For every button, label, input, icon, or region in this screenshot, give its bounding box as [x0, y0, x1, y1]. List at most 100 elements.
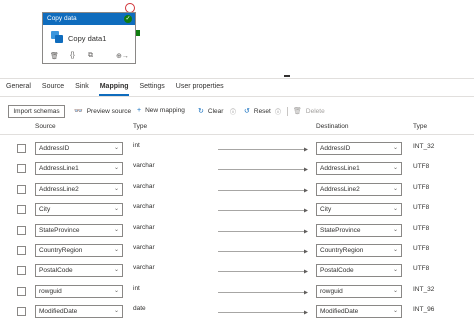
destination-column-value: AddressLine2: [320, 185, 360, 193]
chevron-down-icon: ⌄: [113, 185, 119, 192]
destination-column-select[interactable]: AddressID ⌄: [316, 142, 402, 155]
source-column-select[interactable]: AddressID ⌄: [35, 142, 123, 155]
source-column-select[interactable]: StateProvince ⌄: [35, 223, 123, 237]
source-column-select[interactable]: rowguid ⌄: [35, 284, 123, 298]
destination-type: UTF8: [413, 245, 430, 252]
source-type: varchar: [133, 182, 155, 190]
tab-mapping[interactable]: Mapping: [94, 80, 134, 96]
reset-label: Reset: [253, 107, 271, 115]
destination-column-value: rowguid: [320, 287, 343, 295]
row-checkbox[interactable]: [17, 164, 26, 174]
destination-type: INT_96: [413, 306, 435, 314]
destination-type: UTF8: [413, 265, 430, 273]
row-checkbox[interactable]: [17, 246, 26, 255]
activity-type-label: Copy data: [47, 15, 77, 22]
copy-data-activity[interactable]: Copy data ✓ Copy data1 🗑 {} ⧉ ⊕→: [42, 12, 136, 64]
chevron-down-icon: ⌄: [113, 267, 119, 274]
delete-icon[interactable]: 🗑: [50, 52, 59, 60]
clear-icon: ↻: [198, 108, 204, 115]
source-type: varchar: [133, 244, 155, 251]
source-column-value: AddressLine2: [39, 185, 79, 193]
destination-column-select[interactable]: ModifiedDate ⌄: [316, 305, 402, 319]
source-column-select[interactable]: AddressLine2 ⌄: [35, 182, 123, 196]
row-checkbox[interactable]: [17, 205, 26, 215]
mapping-arrow-icon: [218, 249, 308, 254]
destination-column-select[interactable]: City ⌄: [316, 203, 402, 217]
source-type: int: [133, 284, 140, 292]
reset-info-icon[interactable]: ⓘ: [275, 107, 281, 116]
delete-button[interactable]: 🗑 Delete: [293, 107, 325, 116]
delete-label: Delete: [305, 107, 325, 115]
success-output-handle[interactable]: [136, 30, 140, 36]
clone-icon[interactable]: ⧉: [86, 52, 95, 60]
source-type: varchar: [133, 264, 155, 272]
tab-general[interactable]: General: [0, 80, 36, 96]
destination-column-value: City: [320, 206, 332, 214]
chevron-down-icon: ⌄: [113, 308, 119, 315]
destination-column-select[interactable]: AddressLine2 ⌄: [316, 182, 402, 196]
row-checkbox[interactable]: [17, 286, 26, 296]
destination-type: UTF8: [413, 163, 430, 171]
chevron-down-icon: ⌄: [113, 206, 119, 213]
preview-source-button[interactable]: 👓 Preview source: [74, 107, 131, 116]
tab-user-properties[interactable]: User properties: [170, 80, 229, 96]
source-column-select[interactable]: PostalCode ⌄: [35, 264, 123, 278]
mapping-arrow-icon: [218, 290, 308, 295]
mapping-arrow-icon: [218, 188, 308, 193]
row-checkbox[interactable]: [17, 266, 26, 276]
properties-tabs: General Source Sink Mapping Settings Use…: [0, 80, 474, 96]
source-column-select[interactable]: CountryRegion ⌄: [35, 244, 123, 257]
destination-column-value: PostalCode: [320, 267, 354, 275]
tab-sink[interactable]: Sink: [69, 80, 94, 96]
source-column-select[interactable]: City ⌄: [35, 203, 123, 217]
mapping-row: StateProvince ⌄ varchar StateProvince ⌄ UTF8: [0, 221, 474, 241]
tab-source[interactable]: Source: [36, 80, 69, 96]
mapping-arrow-icon: [218, 167, 308, 172]
mapping-row: AddressLine1 ⌄ varchar AddressLine1 ⌄ UTF8: [0, 159, 474, 179]
destination-type: UTF8: [413, 204, 430, 212]
destination-type: UTF8: [413, 224, 430, 232]
destination-column-select[interactable]: AddressLine1 ⌄: [316, 162, 402, 176]
row-checkbox[interactable]: [17, 307, 26, 317]
row-checkbox[interactable]: [17, 225, 26, 235]
chevron-down-icon: ⌄: [113, 145, 119, 151]
mapping-row: City ⌄ varchar City ⌄ UTF8: [0, 200, 474, 220]
panel-resize-grip[interactable]: [284, 75, 290, 77]
new-mapping-button[interactable]: + New mapping: [137, 107, 185, 114]
destination-type: UTF8: [413, 183, 430, 191]
mapping-row: AddressLine2 ⌄ varchar AddressLine2 ⌄ UTF8: [0, 180, 474, 200]
toolbar-separator: [287, 107, 288, 116]
chevron-down-icon: ⌄: [392, 287, 398, 294]
reset-button[interactable]: ↺ Reset: [244, 107, 271, 116]
header-divider: [0, 134, 474, 135]
source-type: int: [133, 142, 140, 149]
source-column-value: AddressID: [39, 145, 70, 152]
tab-settings[interactable]: Settings: [134, 80, 170, 96]
row-checkbox[interactable]: [17, 144, 26, 153]
import-schemas-button[interactable]: Import schemas: [8, 105, 65, 118]
row-checkbox[interactable]: [17, 184, 26, 194]
mapping-row: AddressID ⌄ int AddressID ⌄ INT_32: [0, 139, 474, 159]
add-output-icon[interactable]: ⊕→: [116, 52, 129, 60]
mapping-row: rowguid ⌄ int rowguid ⌄ INT_32: [0, 282, 474, 302]
chevron-down-icon: ⌄: [392, 206, 398, 213]
chevron-down-icon: ⌄: [392, 165, 398, 172]
tabs-underline: [0, 96, 474, 97]
destination-column-value: StateProvince: [320, 226, 361, 234]
destination-column-select[interactable]: StateProvince ⌄: [316, 223, 402, 237]
mapping-arrow-icon: [218, 269, 308, 274]
destination-column-select[interactable]: PostalCode ⌄: [316, 264, 402, 278]
destination-column-select[interactable]: CountryRegion ⌄: [316, 244, 402, 257]
destination-column-select[interactable]: rowguid ⌄: [316, 284, 402, 298]
source-column-select[interactable]: AddressLine1 ⌄: [35, 162, 123, 176]
activity-header: Copy data ✓: [43, 13, 135, 25]
destination-column-header: Destination: [316, 123, 349, 130]
destination-column-value: CountryRegion: [320, 247, 364, 254]
destination-type: INT_32: [413, 143, 435, 150]
dest-type-column-header: Type: [413, 123, 428, 130]
activity-name: Copy data1: [68, 34, 107, 43]
source-column-select[interactable]: ModifiedDate ⌄: [35, 305, 123, 319]
clear-button[interactable]: ↻ Clear: [198, 107, 223, 116]
code-icon[interactable]: {}: [68, 52, 77, 60]
clear-info-icon[interactable]: ⓘ: [230, 107, 236, 116]
